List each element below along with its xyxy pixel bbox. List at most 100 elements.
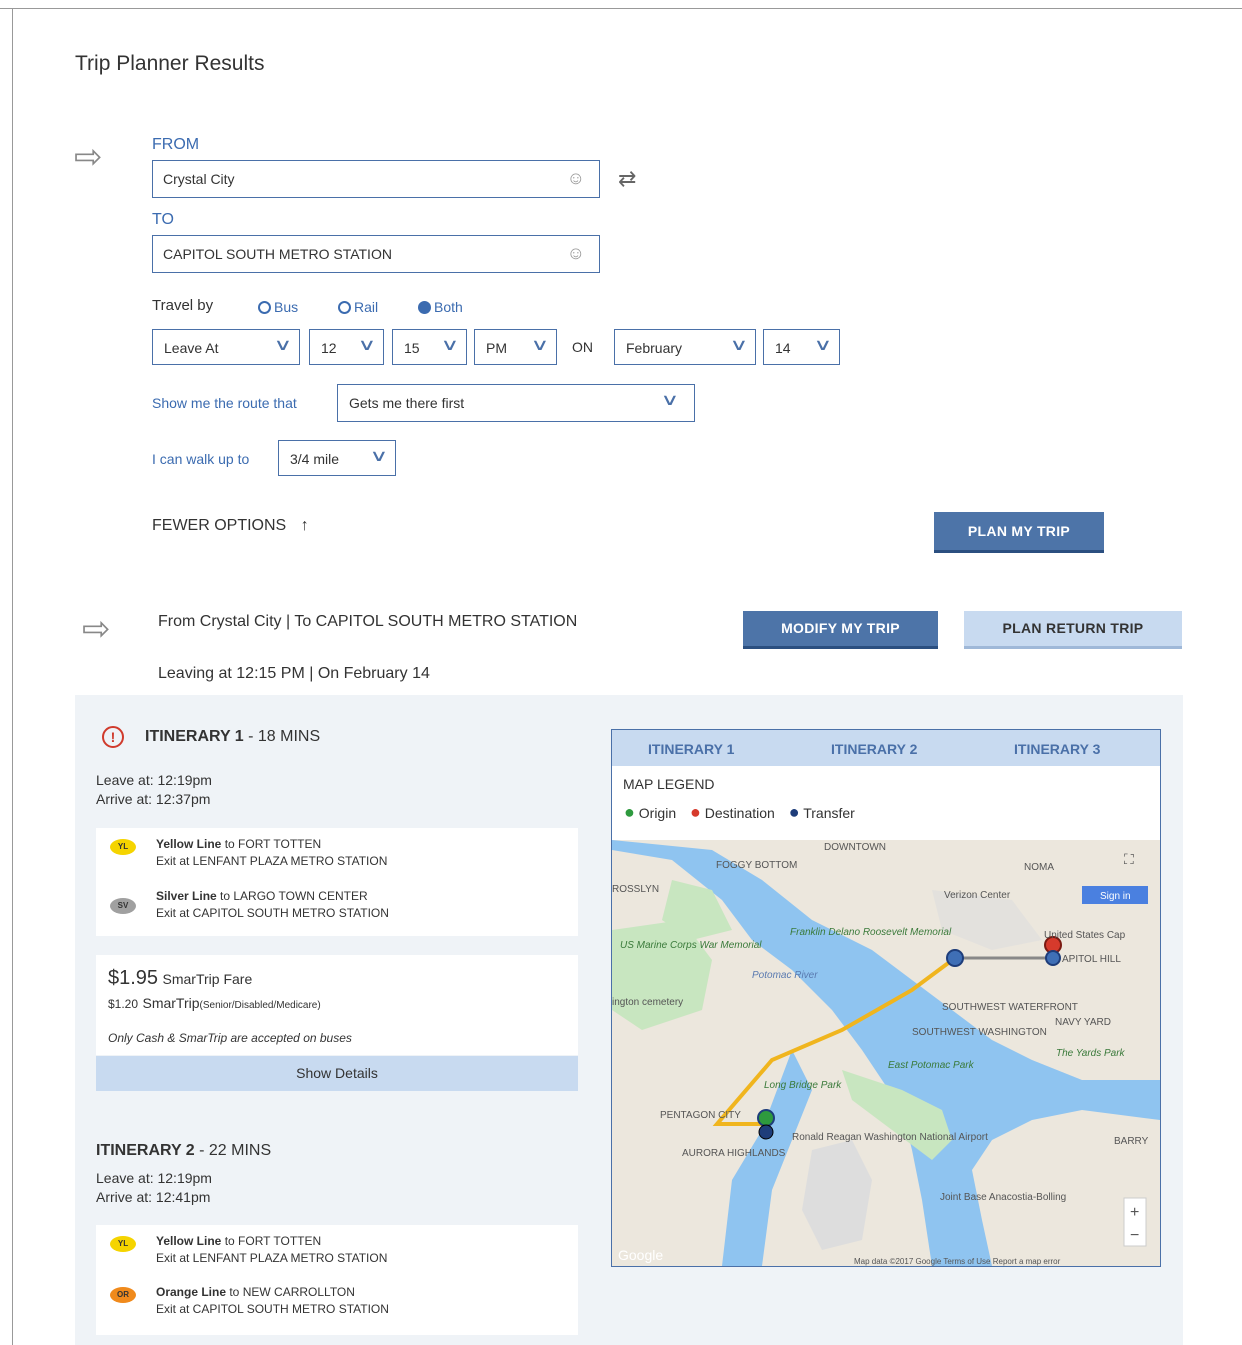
from-input[interactable]: Crystal City ☺: [152, 160, 600, 198]
swap-icon[interactable]: ⇄: [618, 166, 636, 192]
itinerary-tabs: ITINERARY 1 ITINERARY 2 ITINERARY 3: [612, 730, 1160, 766]
day-select[interactable]: 14 ∨: [763, 329, 840, 365]
select-value: February: [626, 340, 683, 356]
chevron-down-icon: ∨: [357, 337, 377, 354]
fare-note: Only Cash & SmarTrip are accepted on bus…: [108, 1031, 352, 1045]
right-arrow-icon: ⇨: [74, 138, 103, 176]
map-label: The Yards Park: [1056, 1048, 1126, 1059]
map-label: AURORA HIGHLANDS: [682, 1148, 786, 1159]
travel-by-row: Travel by: [152, 297, 213, 314]
modify-trip-button[interactable]: MODIFY MY TRIP: [743, 611, 938, 646]
leg-line: Orange Line to NEW CARROLLTON: [156, 1285, 355, 1299]
transfer-marker-icon[interactable]: [1045, 950, 1061, 966]
plan-my-trip-button[interactable]: PLAN MY TRIP: [934, 512, 1104, 550]
tab-itinerary-2[interactable]: ITINERARY 2: [831, 741, 917, 757]
transfer-marker-icon[interactable]: [758, 1124, 774, 1140]
location-icon[interactable]: ☺: [567, 243, 585, 264]
location-icon[interactable]: ☺: [567, 168, 585, 189]
transfer-marker-icon[interactable]: [946, 949, 964, 967]
radio-circle-selected[interactable]: [418, 301, 431, 314]
fullscreen-icon[interactable]: ⛶: [1124, 852, 1134, 868]
chevron-down-icon: ∨: [813, 337, 833, 354]
leg-destination: to LARGO TOWN CENTER: [216, 889, 368, 903]
map-container: ITINERARY 1 ITINERARY 2 ITINERARY 3 MAP …: [611, 729, 1161, 1267]
legend-transfer: Transfer: [803, 805, 855, 821]
radio-label: Both: [434, 299, 463, 315]
trip-time-summary: Leaving at 12:15 PM | On February 14: [158, 665, 430, 682]
legend-destination: Destination: [704, 805, 775, 821]
to-input[interactable]: CAPITOL SOUTH METRO STATION ☺: [152, 235, 600, 273]
hour-select[interactable]: 12 ∨: [309, 329, 384, 365]
zoom-in-icon[interactable]: +: [1130, 1204, 1139, 1221]
map-label: ington cemetery: [612, 997, 683, 1008]
alert-icon: !: [102, 726, 124, 748]
chevron-down-icon: ∨: [530, 337, 550, 354]
leg-line: Yellow Line to FORT TOTTEN: [156, 1234, 321, 1248]
route-map[interactable]: DOWNTOWN FOGGY BOTTOM ROSSLYN NOMA Veriz…: [612, 840, 1160, 1266]
fare-senior-note: (Senior/Disabled/Medicare): [199, 1000, 321, 1011]
fare-amount: $1.95: [108, 967, 159, 989]
fewer-options-link[interactable]: FEWER OPTIONS ↑: [152, 517, 309, 535]
zoom-out-icon[interactable]: −: [1130, 1227, 1139, 1244]
ampm-select[interactable]: PM ∨: [474, 329, 557, 365]
itinerary-1-legs: YL Yellow Line to FORT TOTTEN Exit at LE…: [96, 828, 578, 936]
plan-return-trip-button[interactable]: PLAN RETURN TRIP: [964, 611, 1182, 646]
map-label: BARRY: [1114, 1136, 1149, 1147]
leg-line-name: Silver Line: [156, 889, 217, 903]
select-value: Leave At: [164, 340, 219, 356]
route-select[interactable]: Gets me there first ∨: [337, 384, 695, 422]
fare-label: SmarTrip Fare: [162, 971, 253, 987]
walk-select[interactable]: 3/4 mile ∨: [278, 440, 396, 476]
month-select[interactable]: February ∨: [614, 329, 756, 365]
leave-at-select[interactable]: Leave At ∨: [152, 329, 300, 365]
map-label: Verizon Center: [944, 890, 1011, 901]
map-label: FOGGY BOTTOM: [716, 860, 797, 871]
top-border: [0, 8, 1242, 9]
walk-label: I can walk up to: [152, 451, 250, 467]
transfer-marker-icon: ●: [788, 802, 800, 822]
leg-exit: Exit at CAPITOL SOUTH METRO STATION: [156, 1302, 389, 1316]
map-label: Franklin Delano Roosevelt Memorial: [790, 927, 952, 938]
select-value: PM: [486, 340, 507, 356]
map-label: East Potomac Park: [888, 1060, 975, 1071]
map-label: United States Cap: [1044, 930, 1126, 941]
itinerary-2-legs: YL Yellow Line to FORT TOTTEN Exit at LE…: [96, 1225, 578, 1335]
tab-itinerary-1[interactable]: ITINERARY 1: [648, 741, 734, 757]
map-label: Long Bridge Park: [764, 1080, 842, 1091]
fare-card: $1.95 SmarTrip Fare $1.20 SmarTrip(Senio…: [96, 955, 578, 1055]
radio-circle[interactable]: [338, 301, 351, 314]
leg-line-name: Orange Line: [156, 1285, 227, 1299]
itinerary-duration: - 22 MINS: [194, 1142, 272, 1159]
select-value: Gets me there first: [349, 395, 465, 411]
travel-by-label: Travel by: [152, 297, 214, 314]
radio-bus[interactable]: Bus: [258, 299, 298, 315]
radio-rail[interactable]: Rail: [338, 299, 378, 315]
origin-marker-icon[interactable]: [757, 1109, 775, 1127]
map-label: Ronald Reagan Washington National Airpor…: [792, 1132, 988, 1143]
radio-circle[interactable]: [258, 301, 271, 314]
chevron-down-icon: ∨: [660, 392, 680, 409]
minute-select[interactable]: 15 ∨: [392, 329, 467, 365]
map-footer[interactable]: Map data ©2017 Google Terms of Use Repor…: [854, 1257, 1061, 1266]
map-label: SOUTHWEST WATERFRONT: [942, 1002, 1078, 1013]
silver-line-icon: SV: [110, 898, 136, 914]
page-title: Trip Planner Results: [75, 52, 265, 75]
show-details-button[interactable]: Show Details: [96, 1056, 578, 1091]
radio-both[interactable]: Both: [418, 299, 463, 315]
map-label: ROSSLYN: [612, 884, 659, 895]
chevron-down-icon: ∨: [273, 337, 293, 354]
map-label: NOMA: [1024, 862, 1054, 873]
itinerary-2-arrive: Arrive at: 12:41pm: [96, 1189, 211, 1205]
fare-main: $1.95 SmarTrip Fare: [108, 967, 252, 990]
map-label: US Marine Corps War Memorial: [620, 940, 762, 951]
leg-line: Silver Line to LARGO TOWN CENTER: [156, 889, 368, 903]
map-legend: ● Origin ● Destination ● Transfer: [624, 802, 855, 823]
right-arrow-icon: ⇨: [82, 610, 111, 648]
leg-exit: Exit at LENFANT PLAZA METRO STATION: [156, 854, 388, 868]
google-logo: Google: [618, 1247, 663, 1263]
tab-itinerary-3[interactable]: ITINERARY 3: [1014, 741, 1100, 757]
leg-exit: Exit at LENFANT PLAZA METRO STATION: [156, 1251, 388, 1265]
legend-origin: Origin: [638, 805, 677, 821]
left-border: [12, 8, 13, 1345]
leg-destination: to FORT TOTTEN: [221, 837, 322, 851]
